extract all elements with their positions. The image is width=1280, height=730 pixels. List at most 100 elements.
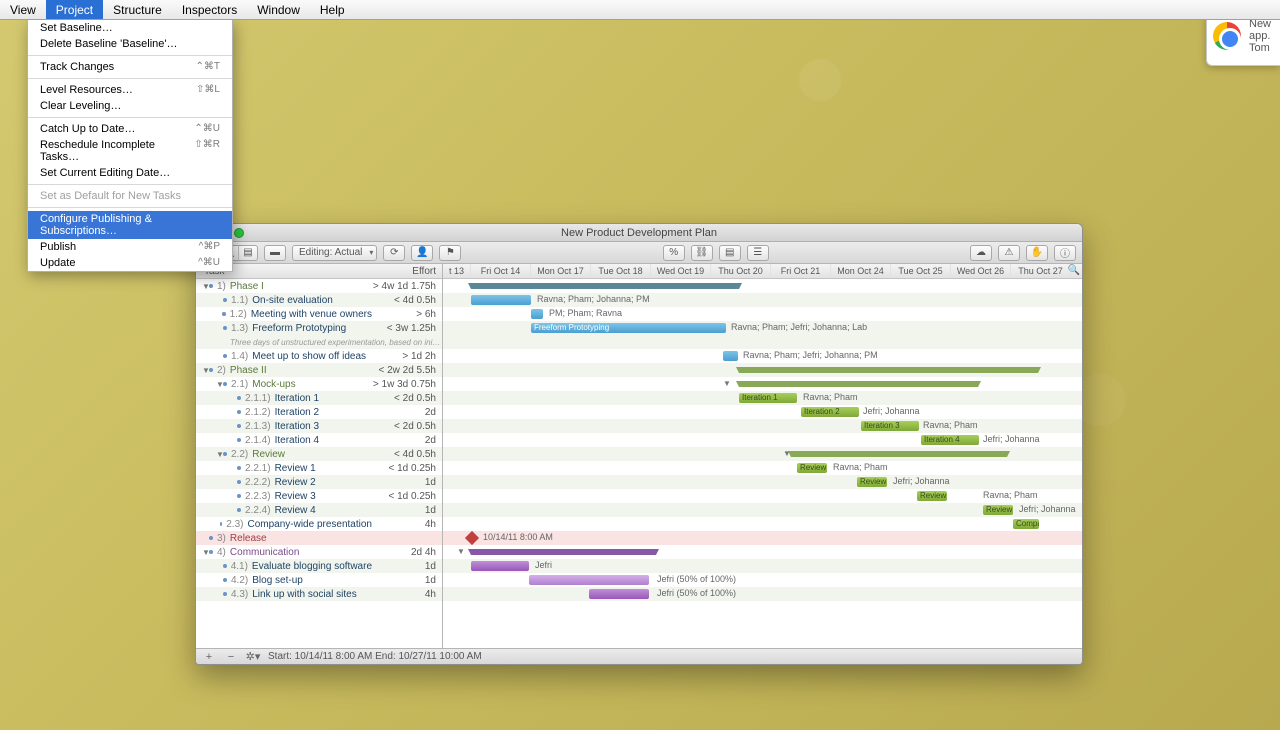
rollup-toggle[interactable]: ▼: [457, 547, 465, 556]
gantt-row[interactable]: Iteration 1Ravna; Pham: [443, 391, 1082, 405]
menu-inspectors[interactable]: Inspectors: [172, 0, 247, 19]
task-bar[interactable]: [589, 589, 649, 599]
gantt-row[interactable]: Freeform PrototypingRavna; Pham; Jefri; …: [443, 321, 1082, 335]
gantt-chart[interactable]: t 13Fri Oct 14Mon Oct 17Tue Oct 18Wed Oc…: [443, 264, 1082, 648]
chain-icon[interactable]: ⛓: [691, 245, 713, 261]
columns-icon[interactable]: ☰: [747, 245, 769, 261]
timeline-day[interactable]: Fri Oct 21: [771, 264, 831, 278]
task-outline[interactable]: Task Effort ▼1)Phase I> 4w 1d 1.75h1.1)O…: [196, 264, 443, 648]
summary-bar[interactable]: [739, 381, 978, 387]
gantt-row[interactable]: [443, 363, 1082, 377]
task-bar[interactable]: Compa: [1013, 519, 1039, 529]
gantt-row[interactable]: ReviewJefri; Johanna: [443, 503, 1082, 517]
gantt-row[interactable]: ▼: [443, 447, 1082, 461]
gantt-row[interactable]: ReviewJefri; Johanna: [443, 475, 1082, 489]
menu-item[interactable]: Set Current Editing Date…: [28, 165, 232, 181]
warning-icon[interactable]: ⚠: [998, 245, 1020, 261]
disclosure-triangle[interactable]: ▼: [202, 548, 209, 557]
gantt-row[interactable]: Compa: [443, 517, 1082, 531]
task-row[interactable]: 1.2)Meeting with venue owners> 6h: [196, 307, 442, 321]
menu-item[interactable]: Clear Leveling…: [28, 98, 232, 114]
task-bar[interactable]: [531, 309, 543, 319]
gantt-row[interactable]: 10/14/11 8:00 AM: [443, 531, 1082, 545]
task-bar[interactable]: Review: [857, 477, 887, 487]
summary-bar[interactable]: [739, 367, 1038, 373]
summary-bar[interactable]: [471, 283, 739, 289]
timeline-day[interactable]: Thu Oct 27: [1011, 264, 1071, 278]
task-row[interactable]: 2.1.4)Iteration 42d: [196, 433, 442, 447]
window-titlebar[interactable]: New Product Development Plan: [196, 224, 1082, 242]
gantt-row[interactable]: Jefri (50% of 100%): [443, 587, 1082, 601]
timeline-day[interactable]: Fri Oct 14: [471, 264, 531, 278]
timeline-day[interactable]: Mon Oct 17: [531, 264, 591, 278]
effort-column-header[interactable]: Effort: [372, 264, 442, 278]
task-row[interactable]: 2.1.3)Iteration 3< 2d 0.5h: [196, 419, 442, 433]
task-row[interactable]: Three days of unstructured experimentati…: [196, 335, 442, 349]
menu-item[interactable]: Update^⌘U: [28, 255, 232, 271]
menu-item[interactable]: Configure Publishing & Subscriptions…: [28, 211, 232, 239]
task-row[interactable]: ▼4)Communication2d 4h: [196, 545, 442, 559]
gantt-row[interactable]: Ravna; Pham; Johanna; PM: [443, 293, 1082, 307]
menu-project[interactable]: Project: [46, 0, 103, 19]
task-row[interactable]: 4.2)Blog set-up1d: [196, 573, 442, 587]
task-bar[interactable]: [723, 351, 738, 361]
flag-icon[interactable]: ⚑: [439, 245, 461, 261]
gantt-row[interactable]: Iteration 2Jefri; Johanna: [443, 405, 1082, 419]
timeline-day[interactable]: Wed Oct 26: [951, 264, 1011, 278]
disclosure-triangle[interactable]: ▼: [216, 450, 223, 459]
gantt-row[interactable]: ReviewRavna; Pham: [443, 461, 1082, 475]
task-bar[interactable]: Iteration 2: [801, 407, 859, 417]
timeline-day[interactable]: Wed Oct 19: [651, 264, 711, 278]
task-row[interactable]: 4.3)Link up with social sites4h: [196, 587, 442, 601]
gantt-row[interactable]: Jefri: [443, 559, 1082, 573]
calendar-view-icon[interactable]: ▤: [239, 246, 257, 260]
task-row[interactable]: 1.3)Freeform Prototyping< 3w 1.25h: [196, 321, 442, 335]
menubar[interactable]: ViewProjectStructureInspectorsWindowHelp: [0, 0, 1280, 20]
task-bar[interactable]: Freeform Prototyping: [531, 323, 726, 333]
editing-mode-dropdown[interactable]: Editing: Actual: [292, 245, 377, 261]
project-menu-dropdown[interactable]: Set Baseline…Delete Baseline 'Baseline'……: [27, 20, 233, 272]
menu-view[interactable]: View: [0, 0, 46, 19]
disclosure-triangle[interactable]: ▼: [216, 380, 223, 389]
gantt-row[interactable]: Iteration 3Ravna; Pham: [443, 419, 1082, 433]
baseline-icon[interactable]: %: [663, 245, 685, 261]
task-bar[interactable]: Review: [983, 505, 1013, 515]
milestone-diamond[interactable]: [465, 531, 479, 545]
summary-bar[interactable]: [791, 451, 1007, 457]
publish-icon[interactable]: ☁: [970, 245, 992, 261]
search-icon[interactable]: 🔍: [1068, 265, 1080, 276]
task-row[interactable]: 1.1)On-site evaluation< 4d 0.5h: [196, 293, 442, 307]
task-row[interactable]: ▼2.1)Mock-ups> 1w 3d 0.75h: [196, 377, 442, 391]
task-row[interactable]: 2.2.1)Review 1< 1d 0.25h: [196, 461, 442, 475]
menu-structure[interactable]: Structure: [103, 0, 172, 19]
task-bar[interactable]: [529, 575, 649, 585]
menu-item[interactable]: Reschedule Incomplete Tasks…⇧⌘R: [28, 137, 232, 165]
gantt-row[interactable]: Ravna; Pham; Jefri; Johanna; PM: [443, 349, 1082, 363]
task-row[interactable]: 3)Release: [196, 531, 442, 545]
menu-item[interactable]: Catch Up to Date…⌃⌘U: [28, 121, 232, 137]
task-row[interactable]: 4.1)Evaluate blogging software1d: [196, 559, 442, 573]
gantt-row[interactable]: Jefri (50% of 100%): [443, 573, 1082, 587]
help-icon[interactable]: ✋: [1026, 245, 1048, 261]
summary-bar[interactable]: [471, 549, 656, 555]
task-row[interactable]: 2.2.2)Review 21d: [196, 475, 442, 489]
task-row[interactable]: ▼1)Phase I> 4w 1d 1.75h: [196, 279, 442, 293]
disclosure-triangle[interactable]: ▼: [202, 282, 209, 291]
gantt-row[interactable]: ▼: [443, 377, 1082, 391]
inspector-icon[interactable]: ⓘ: [1054, 245, 1076, 261]
menu-help[interactable]: Help: [310, 0, 355, 19]
gantt-row[interactable]: [443, 335, 1082, 349]
task-row[interactable]: 2.2.3)Review 3< 1d 0.25h: [196, 489, 442, 503]
task-row[interactable]: 2.1.1)Iteration 1< 2d 0.5h: [196, 391, 442, 405]
action-menu-button[interactable]: ✲▾: [246, 651, 260, 663]
gantt-row[interactable]: PM; Pham; Ravna: [443, 307, 1082, 321]
toolbar-btn[interactable]: ▬: [264, 245, 286, 261]
task-row[interactable]: 2.1.2)Iteration 22d: [196, 405, 442, 419]
person-icon[interactable]: 👤: [411, 245, 433, 261]
print-icon[interactable]: ▤: [719, 245, 741, 261]
task-row[interactable]: ▼2)Phase II< 2w 2d 5.5h: [196, 363, 442, 377]
task-bar[interactable]: Iteration 1: [739, 393, 797, 403]
menu-item[interactable]: Level Resources…⇧⌘L: [28, 82, 232, 98]
timeline-day[interactable]: Thu Oct 20: [711, 264, 771, 278]
menu-window[interactable]: Window: [247, 0, 310, 19]
